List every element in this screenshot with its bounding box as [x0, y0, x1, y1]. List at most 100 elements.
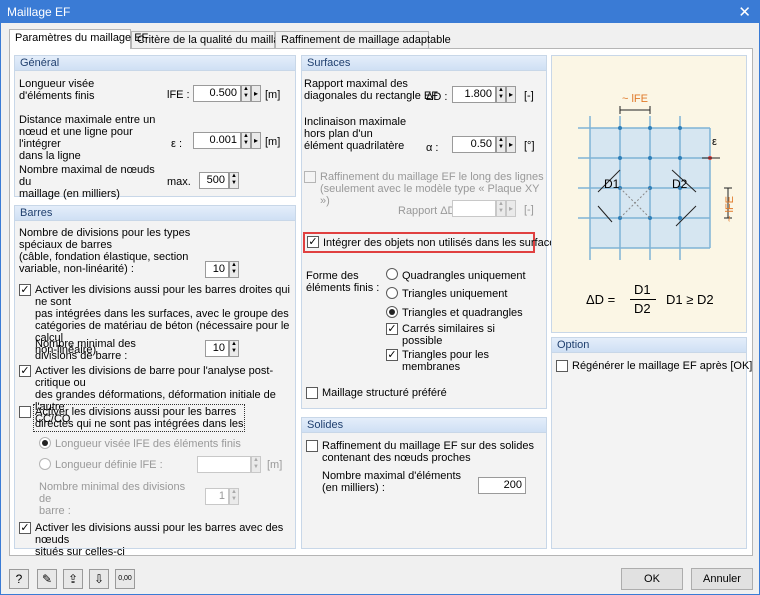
triangles-only-radio[interactable] — [386, 287, 398, 299]
regenerate-mesh-checkbox[interactable] — [556, 360, 568, 372]
integrate-objects-label: Intégrer des objets non utilisés dans le… — [323, 237, 561, 249]
target-length-arrow-icon[interactable]: ▸ — [251, 85, 261, 102]
min-divisions-2-label: Nombre minimal des divisions de barre : — [39, 481, 186, 517]
straight-bars-checkbox[interactable]: ✓ — [19, 284, 31, 296]
ok-button[interactable]: OK — [621, 568, 683, 590]
lfe-top-label: ~ lFE — [622, 93, 648, 105]
formula-denominator: D2 — [634, 301, 651, 316]
diag-ratio-stepper[interactable]: ▲ ▼ — [496, 86, 506, 103]
min-divisions-2-input[interactable]: 1 — [205, 488, 229, 505]
formula-lhs: ΔD = — [586, 292, 616, 307]
units-icon[interactable]: 0,00 — [115, 569, 135, 589]
formula-numerator: D1 — [634, 282, 651, 297]
general-group: Général Longueur visée d'éléments finis … — [14, 55, 296, 200]
min-divisions-input[interactable]: 10 — [205, 340, 229, 357]
rapport-stepper[interactable]: ▲ ▼ — [496, 200, 506, 217]
close-icon[interactable]: ✕ — [738, 3, 751, 21]
max-nodes-symbol: max. — [167, 176, 191, 188]
mesh-figure-panel: ~ lFE ~ lFE ε D1 D2 ΔD = D1 D2 D1 ≥ D2 — [551, 55, 747, 333]
window-title: Maillage EF — [7, 5, 71, 19]
target-length-stepper[interactable]: ▲ ▼ — [241, 85, 251, 102]
bars-with-nodes-checkbox[interactable]: ✓ — [19, 522, 31, 534]
special-divisions-stepper[interactable]: ▲ ▼ — [229, 261, 239, 278]
defined-length-stepper[interactable]: ▲ ▼ — [251, 456, 261, 473]
barres-header: Barres — [15, 206, 295, 221]
max-nodes-label: Nombre maximal de nœuds du maillage (en … — [19, 164, 155, 200]
help-icon[interactable]: ? — [9, 569, 29, 589]
target-length-label: Longueur visée d'éléments finis — [19, 78, 95, 102]
max-nodes-input[interactable]: 500 — [199, 172, 229, 189]
option-group: Option Régénérer le maillage EF après [O… — [551, 337, 752, 549]
bars-with-nodes-label: Activer les divisions aussi pour les bar… — [35, 522, 284, 558]
direct-bars-label: Activer les divisions aussi pour les bar… — [35, 406, 244, 430]
surfaces-group: Surfaces Rapport maximal des diagonales … — [301, 55, 561, 409]
option-header: Option — [552, 338, 746, 353]
inclination-stepper[interactable]: ▲ ▼ — [496, 136, 506, 153]
title-bar: Maillage EF ✕ — [1, 1, 759, 23]
similar-squares-label: Carrés similaires si possible — [402, 323, 495, 347]
tab-mesh-parameters[interactable]: Paramètres du maillage EF — [9, 29, 148, 49]
inclination-symbol: α : — [426, 142, 439, 154]
lfe-side-label: ~ lFE — [724, 196, 736, 222]
element-shape-label: Forme des éléments finis : — [306, 270, 380, 294]
epsilon-label: ε — [712, 136, 717, 148]
target-length-input[interactable]: 0.500 — [193, 85, 241, 102]
min-divisions-stepper[interactable]: ▲ ▼ — [229, 340, 239, 357]
max-elements-input[interactable]: 200 — [478, 477, 526, 494]
min-divisions-label: Nombre minimal des divisions de barre : — [35, 338, 136, 362]
line-refine-checkbox[interactable] — [304, 171, 316, 183]
target-length-radio-label: Longueur visée lFE des éléments finis — [55, 438, 241, 450]
import-icon[interactable]: ⇩ — [89, 569, 109, 589]
max-distance-input[interactable]: 0.001 — [193, 132, 241, 149]
max-nodes-stepper[interactable]: ▲ ▼ — [229, 172, 239, 189]
min-divisions-2-stepper[interactable]: ▲ ▼ — [229, 488, 239, 505]
max-elements-label: Nombre maximal d'éléments (en milliers) … — [322, 470, 462, 494]
formula-fraction-bar — [630, 299, 656, 300]
tab-panel: Général Longueur visée d'éléments finis … — [9, 48, 753, 558]
target-length-symbol: lFE : — [167, 89, 190, 101]
integrate-objects-checkbox[interactable]: ✓ — [307, 236, 319, 248]
structured-mesh-checkbox[interactable] — [306, 387, 318, 399]
membranes-triangles-checkbox[interactable]: ✓ — [386, 349, 398, 361]
solides-header: Solides — [302, 418, 546, 433]
d2-label: D2 — [672, 177, 688, 191]
max-distance-arrow-icon[interactable]: ▸ — [251, 132, 261, 149]
diag-ratio-input[interactable]: 1.800 — [452, 86, 496, 103]
tab-adaptive-refinement[interactable]: Raffinement de maillage adaptable — [275, 31, 451, 48]
max-distance-stepper[interactable]: ▲ ▼ — [241, 132, 251, 149]
membranes-triangles-label: Triangles pour les membranes — [402, 349, 490, 373]
rapport-unit: [-] — [524, 204, 534, 216]
edit-icon[interactable]: ✎ — [37, 569, 57, 589]
quadrangles-only-radio[interactable] — [386, 268, 398, 280]
formula-condition: D1 ≥ D2 — [666, 292, 714, 307]
defined-length-radio[interactable] — [39, 458, 51, 470]
triangles-quadrangles-label: Triangles et quadrangles — [402, 307, 523, 319]
triangles-quadrangles-radio[interactable] — [386, 306, 398, 318]
diag-ratio-symbol: ΔD : — [426, 91, 448, 103]
export-icon[interactable]: ⇪ — [63, 569, 83, 589]
target-length-radio[interactable] — [39, 437, 51, 449]
max-distance-unit: [m] — [265, 136, 281, 148]
tab-mesh-quality[interactable]: Critère de la qualité du maillage — [131, 31, 292, 48]
defined-length-label: Longueur définie lFE : — [55, 459, 163, 471]
diag-ratio-arrow-icon[interactable]: ▸ — [506, 86, 516, 103]
barres-group: Barres Nombre de divisions pour les type… — [14, 205, 296, 558]
cancel-button[interactable]: Annuler — [691, 568, 753, 590]
solid-refine-label: Raffinement du maillage EF sur des solid… — [322, 440, 534, 464]
similar-squares-checkbox[interactable]: ✓ — [386, 323, 398, 335]
special-divisions-input[interactable]: 10 — [205, 261, 229, 278]
max-distance-label: Distance maximale entre un nœud et une l… — [19, 114, 156, 162]
solides-group: Solides Raffinement du maillage EF sur d… — [301, 417, 547, 549]
postcritical-checkbox[interactable]: ✓ — [19, 365, 31, 377]
solid-refine-checkbox[interactable] — [306, 440, 318, 452]
rapport-input[interactable] — [452, 200, 496, 217]
mesh-dialog: Maillage EF ✕ Paramètres du maillage EF … — [0, 0, 760, 595]
rapport-arrow-icon[interactable]: ▸ — [506, 200, 516, 217]
inclination-input[interactable]: 0.50 — [452, 136, 496, 153]
direct-bars-checkbox[interactable] — [19, 406, 31, 418]
general-header: Général — [15, 56, 295, 71]
diag-ratio-unit: [-] — [524, 90, 534, 102]
inclination-arrow-icon[interactable]: ▸ — [506, 136, 516, 153]
special-divisions-label: Nombre de divisions pour les types spéci… — [19, 227, 191, 275]
defined-length-input[interactable] — [197, 456, 251, 473]
